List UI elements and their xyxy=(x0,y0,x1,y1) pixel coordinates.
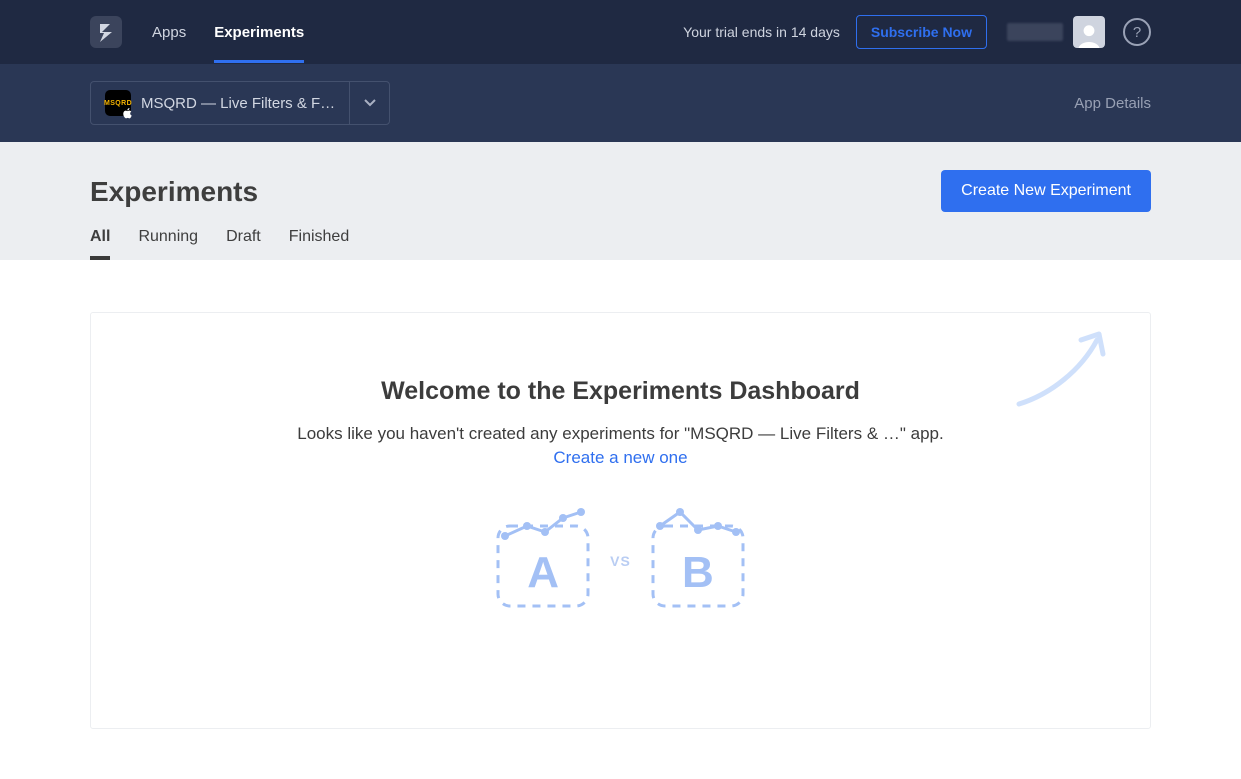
chevron-down-icon xyxy=(364,99,376,107)
create-experiment-button[interactable]: Create New Experiment xyxy=(941,170,1151,212)
empty-state-subtext: Looks like you haven't created any exper… xyxy=(111,424,1130,444)
nav-experiments[interactable]: Experiments xyxy=(214,2,304,63)
empty-state-heading: Welcome to the Experiments Dashboard xyxy=(111,377,1130,406)
avatar[interactable] xyxy=(1073,16,1105,48)
app-name: MSQRD — Live Filters & F… xyxy=(141,95,335,112)
tab-all[interactable]: All xyxy=(90,228,110,260)
tab-finished[interactable]: Finished xyxy=(289,228,349,260)
apple-icon xyxy=(122,107,134,119)
nav-apps[interactable]: Apps xyxy=(152,2,186,63)
brand-logo[interactable] xyxy=(90,16,122,48)
primary-nav: Apps Experiments xyxy=(152,2,304,63)
user-name-redacted xyxy=(1007,23,1063,41)
variant-b-box: B xyxy=(651,514,745,608)
vs-label: VS xyxy=(610,553,631,569)
experiment-tabs: All Running Draft Finished xyxy=(90,228,1151,260)
help-button[interactable]: ? xyxy=(1123,18,1151,46)
variant-a-box: A xyxy=(496,514,590,608)
ab-illustration: A VS B xyxy=(111,514,1130,608)
app-icon-wrap: MSQRD xyxy=(105,90,131,116)
variant-a-label: A xyxy=(496,548,590,598)
user-icon xyxy=(1076,22,1102,48)
create-experiment-link[interactable]: Create a new one xyxy=(553,448,687,468)
user-block: ? xyxy=(1007,16,1151,48)
dashboard-area: Welcome to the Experiments Dashboard Loo… xyxy=(0,312,1241,729)
topbar: Apps Experiments Your trial ends in 14 d… xyxy=(0,0,1241,64)
logo-icon xyxy=(98,22,114,42)
sparkline-a-icon xyxy=(499,506,587,546)
sparkline-b-icon xyxy=(654,506,742,546)
subbar: MSQRD MSQRD — Live Filters & F… App Deta… xyxy=(0,64,1241,142)
variant-b-label: B xyxy=(651,548,745,598)
tab-draft[interactable]: Draft xyxy=(226,228,261,260)
help-icon: ? xyxy=(1133,24,1141,41)
tab-running[interactable]: Running xyxy=(138,228,198,260)
app-details-link[interactable]: App Details xyxy=(1074,95,1151,112)
app-selector-caret[interactable] xyxy=(349,82,389,124)
empty-state-card: Welcome to the Experiments Dashboard Loo… xyxy=(90,312,1151,729)
subscribe-button[interactable]: Subscribe Now xyxy=(856,15,987,49)
page-header: Experiments Create New Experiment All Ru… xyxy=(0,142,1241,260)
trial-notice: Your trial ends in 14 days xyxy=(683,24,840,40)
app-selector: MSQRD MSQRD — Live Filters & F… xyxy=(90,81,390,125)
app-selector-label[interactable]: MSQRD MSQRD — Live Filters & F… xyxy=(91,82,349,124)
